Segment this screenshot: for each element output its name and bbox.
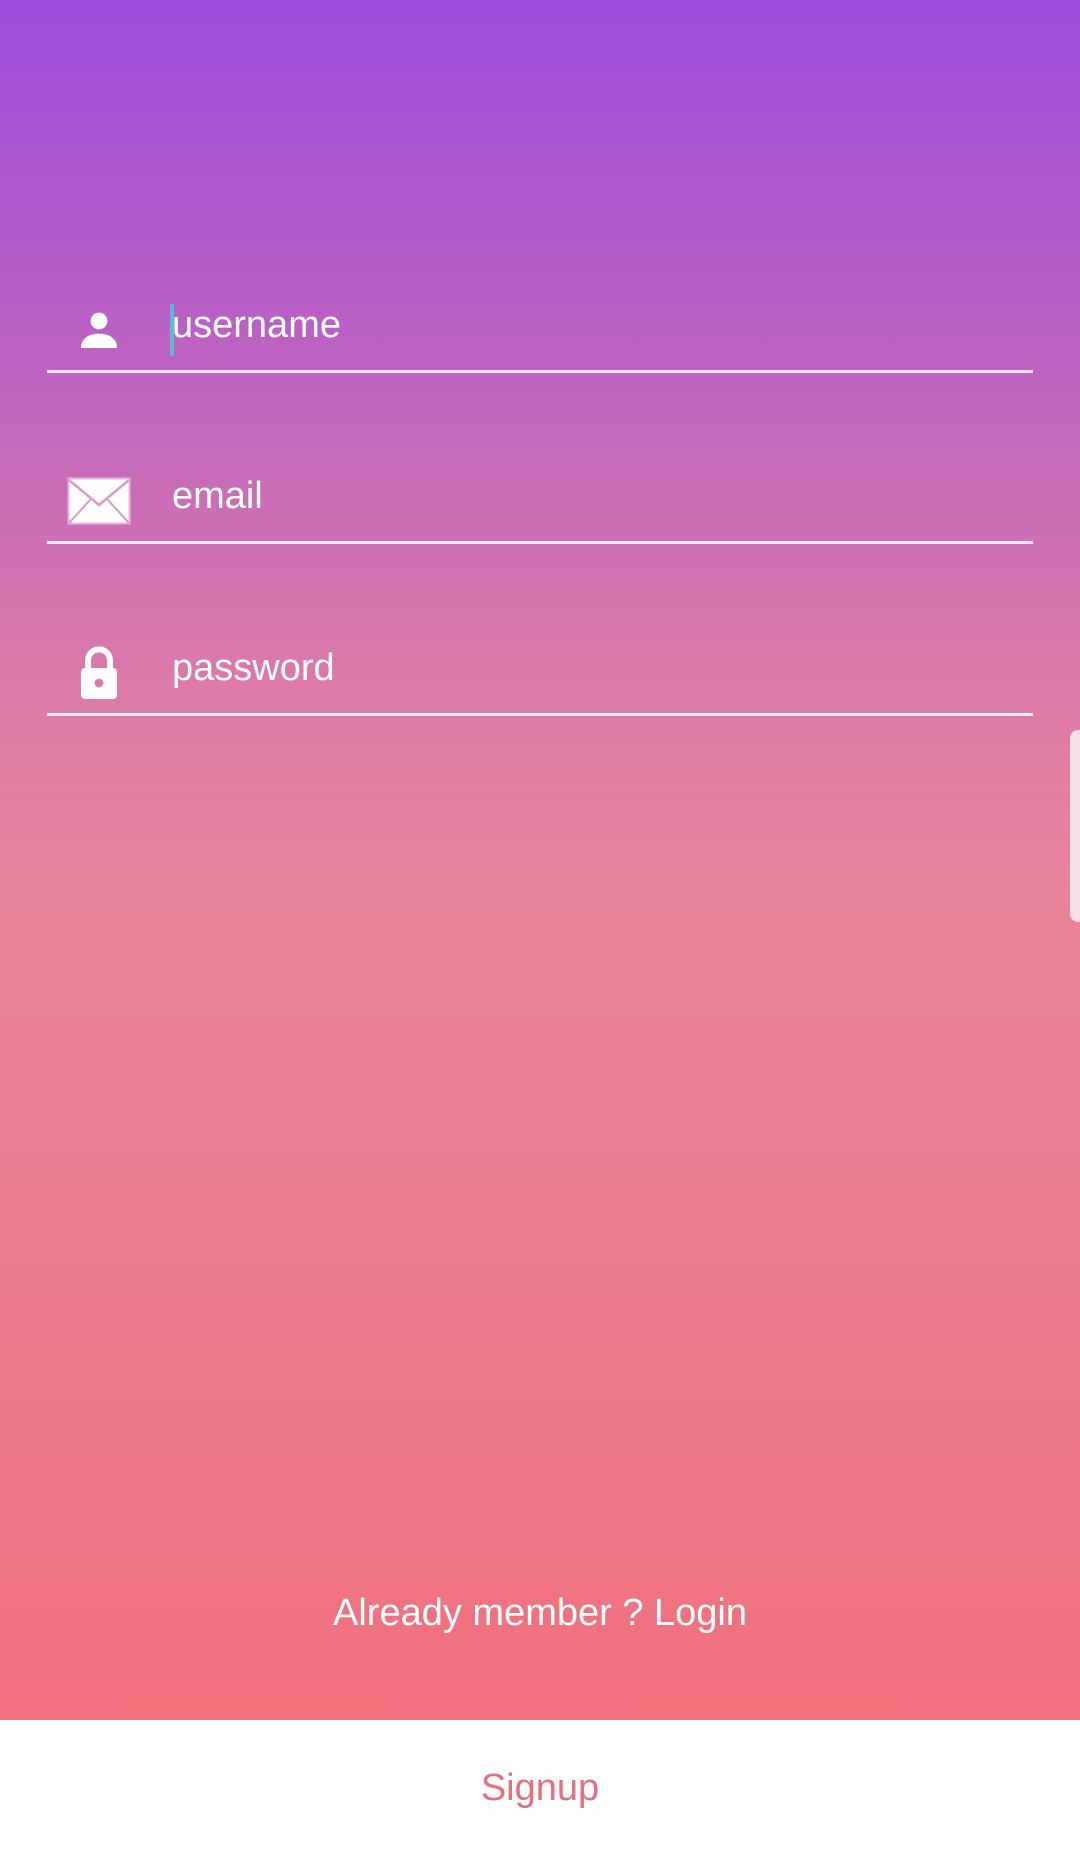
lock-icon xyxy=(67,641,131,705)
side-panel-handle[interactable] xyxy=(1070,730,1080,922)
login-link[interactable]: Already member ? Login xyxy=(0,1592,1080,1635)
email-input[interactable] xyxy=(170,461,1022,531)
signup-button[interactable]: Signup xyxy=(0,1720,1080,1857)
person-icon xyxy=(67,298,131,362)
gradient-background xyxy=(0,0,1080,1720)
password-field-row xyxy=(47,623,1033,716)
text-cursor xyxy=(170,304,174,356)
envelope-icon xyxy=(67,469,131,533)
signup-screen: Already member ? Login Signup xyxy=(0,0,1080,1857)
password-input[interactable] xyxy=(170,633,1022,703)
username-field-row xyxy=(47,280,1033,373)
email-field-row xyxy=(47,451,1033,544)
username-input[interactable] xyxy=(170,290,1022,360)
